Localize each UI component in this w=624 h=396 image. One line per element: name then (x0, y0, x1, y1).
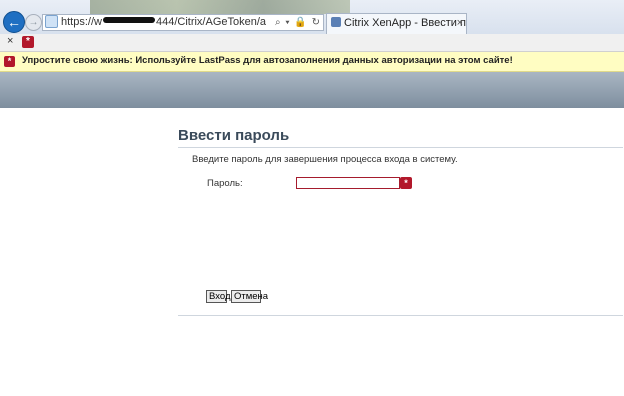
page-icon (45, 15, 58, 28)
lastpass-toolbar-close-icon[interactable]: × (7, 35, 13, 47)
lastpass-notification-icon: * (4, 56, 15, 67)
tab-close-icon[interactable]: × (457, 14, 463, 33)
instruction-text: Введите пароль для завершения процесса в… (192, 154, 458, 165)
browser-chrome: ← → https://w 444/Citrix/AGeToken/auth/ag… (0, 0, 624, 34)
lastpass-notification-text: Упростите свою жизнь: Используйте LastPa… (22, 55, 513, 66)
back-button[interactable]: ← (3, 11, 25, 33)
page-title: Ввести пароль (178, 127, 290, 144)
lastpass-toolbar (0, 34, 624, 52)
tab-citrix-xenapp[interactable]: Citrix XenApp - Ввести парол... × (326, 13, 467, 34)
title-divider (178, 147, 623, 148)
lastpass-notification-bar: * Упростите свою жизнь: Используйте Last… (0, 52, 624, 72)
lastpass-field-icon[interactable]: * (400, 177, 412, 189)
site-header-banner (0, 72, 624, 108)
cancel-button[interactable]: Отмена (231, 290, 268, 303)
password-input[interactable] (296, 177, 400, 189)
redacted-host (102, 17, 155, 23)
login-button[interactable]: Вход (206, 290, 231, 303)
forward-arrow-icon: → (28, 17, 39, 28)
password-form: Ввести пароль Введите пароль для заверше… (178, 126, 624, 316)
url-prefix: https://w (61, 16, 102, 28)
url-suffix: 444/Citrix/AGeToken/auth/agepasswor (155, 16, 266, 28)
blurred-region (90, 0, 350, 14)
bottom-divider (178, 315, 623, 316)
address-url: https://w 444/Citrix/AGeToken/auth/agepas… (61, 15, 266, 30)
forward-button[interactable]: → (25, 14, 42, 31)
tab-title: Citrix XenApp - Ввести парол... (344, 17, 466, 29)
tab-favicon-icon (331, 17, 341, 27)
address-controls[interactable]: ⌕ ▾ 🔒 ↻ (275, 15, 321, 30)
password-label: Пароль: (207, 178, 243, 189)
back-arrow-icon: ← (7, 14, 21, 30)
lastpass-logo-icon[interactable]: * (22, 36, 34, 48)
address-bar[interactable]: https://w 444/Citrix/AGeToken/auth/agepas… (42, 14, 324, 31)
